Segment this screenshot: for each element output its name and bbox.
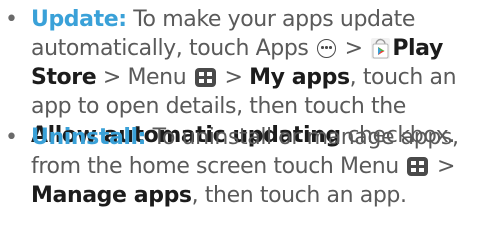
list-item-uninstall: • Uninstall: To uninstall or manage apps,… [0, 123, 487, 210]
arrow-separator: > [437, 154, 456, 179]
instruction-list: • Update: To make your apps update automa… [0, 0, 487, 243]
text-line: app to open details, then touch the [0, 92, 487, 121]
text-segment: automatically, touch Apps [31, 36, 309, 61]
text-line: • Uninstall: To uninstall or manage apps, [0, 123, 487, 152]
menu-icon [407, 157, 429, 176]
term-update: Update: [31, 7, 127, 32]
bullet: • [5, 7, 18, 32]
text-line: automatically, touch Apps > Play [0, 34, 487, 63]
text-line: from the home screen touch Menu > [0, 152, 487, 181]
text-segment: To make your apps update [133, 7, 416, 32]
text-segment: , touch an [349, 65, 457, 90]
text-line: Manage apps, then touch an app. [0, 181, 487, 210]
my-apps-label: My apps [249, 65, 350, 90]
arrow-separator: > [344, 36, 363, 61]
text-line: • Update: To make your apps update [0, 5, 487, 34]
text-segment: > Menu [102, 65, 187, 90]
bullet: • [5, 125, 18, 150]
text-line: Store > Menu > My apps, touch an [0, 63, 487, 92]
text-segment: from the home screen touch Menu [31, 154, 399, 179]
play-store-icon [371, 38, 391, 59]
manage-apps-label: Manage apps [31, 183, 192, 208]
store-label: Store [31, 65, 97, 90]
text-segment: To uninstall or manage apps, [152, 125, 459, 150]
text-segment: , then touch an app. [191, 183, 407, 208]
apps-icon [317, 39, 337, 58]
term-uninstall: Uninstall: [31, 125, 147, 150]
arrow-separator: > [224, 65, 243, 90]
play-store-label: Play [392, 36, 443, 61]
menu-icon [194, 68, 216, 87]
text-segment: app to open details, then touch the [31, 94, 406, 119]
